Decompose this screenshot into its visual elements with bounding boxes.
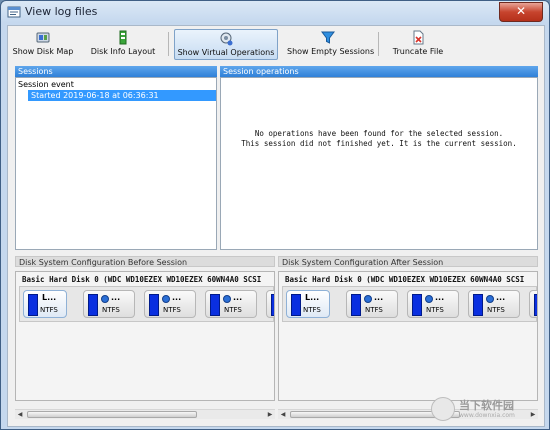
after-disk-title: Basic Hard Disk 0 (WDC WD10EZEX WD10EZEX… (285, 275, 525, 284)
view-log-files-window: View log files ✕ Show Disk Map Disk Info… (0, 0, 550, 430)
selected-session-item[interactable]: Started 2019-06-18 at 06:36:31 (28, 90, 216, 101)
partition-usage-bar (149, 294, 159, 316)
partition-block[interactable]: ... NTFS (468, 290, 520, 318)
disk-info-icon (119, 30, 127, 45)
after-session-header: Disk System Configuration After Session (278, 256, 538, 267)
partition-block[interactable]: ... NTFS (83, 290, 135, 318)
drive-icon (486, 295, 494, 303)
truncate-file-button[interactable]: Truncate File (386, 29, 450, 60)
partition-usage-bar (534, 294, 537, 316)
show-empty-sessions-button[interactable]: Show Empty Sessions (287, 29, 374, 60)
watermark: 当下软件园 www.downxia.com (431, 397, 541, 423)
after-disk-area: Basic Hard Disk 0 (WDC WD10EZEX WD10EZEX… (278, 271, 538, 401)
show-disk-map-button[interactable]: Show Disk Map (12, 29, 74, 60)
partition-usage-bar (291, 294, 301, 316)
watermark-logo-icon (431, 397, 455, 421)
operations-message-line1: No operations have been found for the se… (254, 129, 504, 138)
partition-usage-bar (412, 294, 422, 316)
client-area: Show Disk Map Disk Info Layout Show Virt… (7, 25, 545, 427)
partition-block[interactable]: ... NTFS (205, 290, 257, 318)
toolbar: Show Disk Map Disk Info Layout Show Virt… (8, 26, 544, 62)
scroll-left-icon[interactable]: ◀ (278, 410, 288, 419)
drive-icon (162, 295, 170, 303)
partition-block[interactable] (529, 290, 537, 318)
before-disk-strip: L... NTFS ... NTFS ... NTFS ... NTFS (19, 286, 274, 322)
truncate-file-icon (413, 30, 424, 45)
close-icon: ✕ (515, 4, 527, 18)
partition-block[interactable] (266, 290, 274, 318)
operations-message-line2: This session did not finished yet. It is… (241, 139, 517, 148)
disk-info-layout-button[interactable]: Disk Info Layout (86, 29, 160, 60)
sessions-header: Sessions (15, 66, 217, 77)
session-operations-panel: No operations have been found for the se… (220, 77, 538, 250)
before-horizontal-scrollbar[interactable]: ◀ ▶ (15, 409, 275, 419)
scroll-right-icon[interactable]: ▶ (265, 410, 275, 419)
title-bar[interactable]: View log files ✕ (1, 1, 549, 23)
partition-block[interactable]: ... NTFS (407, 290, 459, 318)
session-operations-header: Session operations (220, 66, 538, 77)
partition-block[interactable]: L... NTFS (23, 290, 67, 318)
drive-icon (425, 295, 433, 303)
partition-usage-bar (271, 294, 274, 316)
toolbar-separator (378, 32, 379, 56)
drive-icon (223, 295, 231, 303)
drive-icon (101, 295, 109, 303)
before-disk-area: Basic Hard Disk 0 (WDC WD10EZEX WD10EZEX… (15, 271, 275, 401)
scroll-left-icon[interactable]: ◀ (15, 410, 25, 419)
partition-usage-bar (88, 294, 98, 316)
toolbar-separator (168, 32, 169, 56)
partition-usage-bar (210, 294, 220, 316)
close-button[interactable]: ✕ (499, 2, 543, 22)
before-disk-title: Basic Hard Disk 0 (WDC WD10EZEX WD10EZEX… (22, 275, 262, 284)
partition-block[interactable]: ... NTFS (346, 290, 398, 318)
virtual-ops-icon (220, 32, 233, 46)
before-session-header: Disk System Configuration Before Session (15, 256, 275, 267)
show-virtual-operations-button[interactable]: Show Virtual Operations (174, 29, 278, 60)
partition-usage-bar (473, 294, 483, 316)
partition-block[interactable]: L... NTFS (286, 290, 330, 318)
drive-icon (364, 295, 372, 303)
sessions-tree[interactable]: Session event Started 2019-06-18 at 06:3… (15, 77, 217, 250)
funnel-icon (321, 31, 335, 44)
scrollbar-thumb[interactable] (27, 411, 197, 418)
partition-block[interactable]: ... NTFS (144, 290, 196, 318)
partition-usage-bar (28, 294, 38, 316)
session-event-node[interactable]: Session event (18, 79, 74, 90)
disk-map-icon (36, 32, 50, 43)
window-title: View log files (25, 5, 98, 18)
partition-usage-bar (351, 294, 361, 316)
app-icon (7, 6, 21, 18)
after-disk-strip: L... NTFS ... NTFS ... NTFS ... NTFS (282, 286, 537, 322)
